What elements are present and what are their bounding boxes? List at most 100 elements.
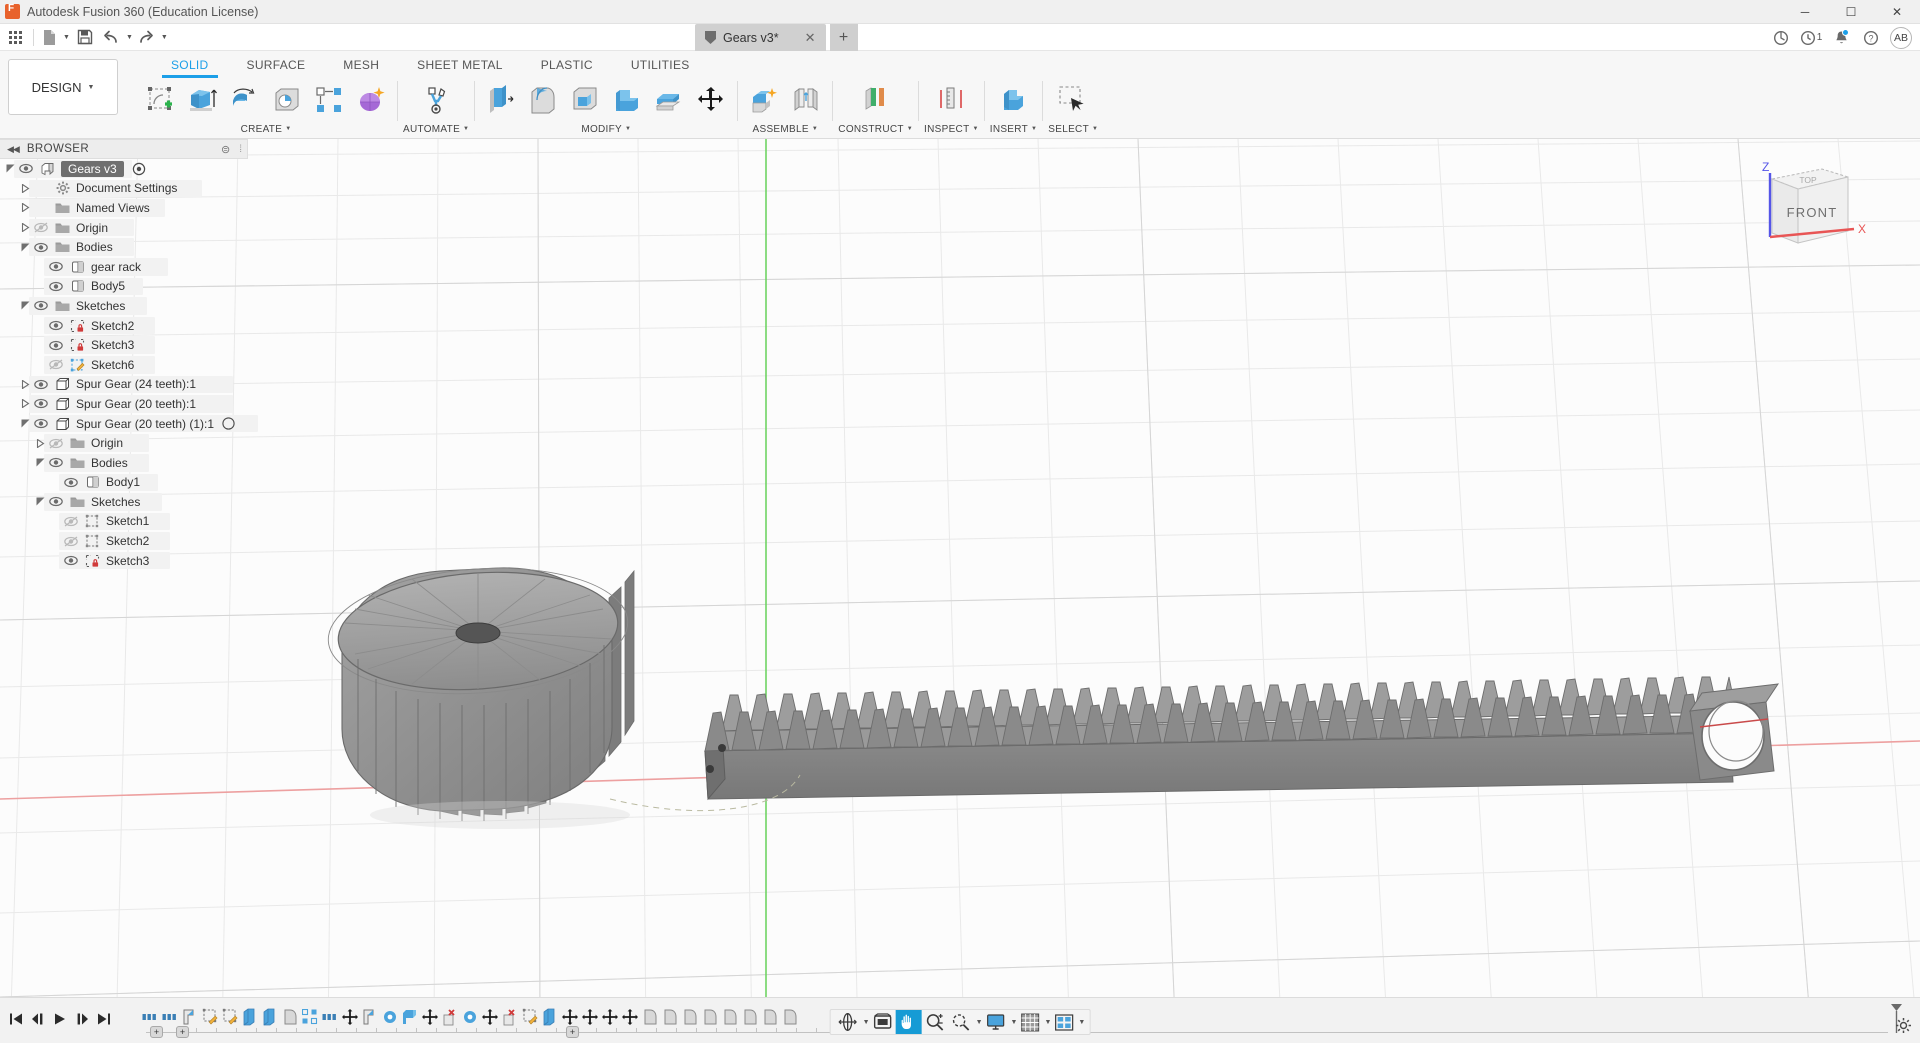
expand-down-icon[interactable] bbox=[36, 458, 49, 467]
expand-right-icon[interactable] bbox=[36, 438, 49, 448]
visibility-eye-icon[interactable] bbox=[64, 536, 83, 547]
timeline-move-icon[interactable] bbox=[620, 1004, 640, 1030]
timeline-step-back-icon[interactable] bbox=[28, 1008, 48, 1030]
grid-snaps-icon[interactable] bbox=[1017, 1010, 1042, 1034]
timeline-move-icon[interactable] bbox=[480, 1004, 500, 1030]
visibility-eye-icon[interactable] bbox=[49, 340, 68, 351]
timeline-pattern-icon[interactable] bbox=[300, 1004, 320, 1030]
tree-item-bodies[interactable]: Bodies bbox=[0, 237, 248, 257]
undo-icon[interactable] bbox=[100, 24, 124, 50]
redo-icon[interactable] bbox=[133, 24, 159, 50]
tree-item-origin[interactable]: Origin bbox=[0, 218, 248, 238]
timeline-combine-icon[interactable] bbox=[400, 1004, 420, 1030]
app-grid-icon[interactable] bbox=[0, 24, 30, 50]
timeline-move-icon[interactable] bbox=[600, 1004, 620, 1030]
save-icon[interactable] bbox=[70, 24, 100, 50]
expand-down-icon[interactable] bbox=[21, 301, 34, 310]
visibility-eye-icon[interactable] bbox=[49, 261, 68, 272]
expand-right-icon[interactable] bbox=[21, 399, 34, 409]
visibility-eye-icon[interactable] bbox=[34, 418, 53, 429]
shell-icon[interactable] bbox=[564, 77, 606, 123]
tree-item-named-views[interactable]: Named Views bbox=[0, 198, 248, 218]
automated-modeling-icon[interactable] bbox=[415, 77, 457, 123]
tree-item-gear-rack[interactable]: gear rack bbox=[0, 257, 248, 277]
timeline-fillet-icon[interactable] bbox=[660, 1004, 680, 1030]
panel-modify-label[interactable]: MODIFY ▼ bbox=[480, 122, 732, 136]
panel-automate-label[interactable]: AUTOMATE ▼ bbox=[403, 122, 469, 136]
timeline-fillet-icon[interactable] bbox=[700, 1004, 720, 1030]
visibility-eye-icon[interactable] bbox=[49, 496, 68, 507]
tab-mesh[interactable]: MESH bbox=[324, 55, 398, 75]
tree-item-document-settings[interactable]: Document Settings bbox=[0, 179, 248, 199]
notifications-icon[interactable] bbox=[1826, 24, 1856, 51]
tree-item-sketch3[interactable]: Sketch3 bbox=[0, 335, 248, 355]
redo-caret-icon[interactable]: ▼ bbox=[161, 34, 168, 41]
timeline-fillet-icon[interactable] bbox=[780, 1004, 800, 1030]
avatar[interactable]: AB bbox=[1890, 26, 1912, 49]
offset-face-icon[interactable] bbox=[648, 77, 690, 123]
timeline-extrude-icon[interactable] bbox=[260, 1004, 280, 1030]
tree-item-spur-gear-24-teeth-1[interactable]: Spur Gear (24 teeth):1 bbox=[0, 375, 248, 395]
visibility-eye-icon[interactable] bbox=[49, 359, 68, 370]
timeline-sketch-edit-icon[interactable] bbox=[220, 1004, 240, 1030]
timeline-delete-icon[interactable] bbox=[440, 1004, 460, 1030]
timeline-fillet-icon[interactable] bbox=[740, 1004, 760, 1030]
timeline-go-start-icon[interactable] bbox=[6, 1008, 26, 1030]
document-tab[interactable]: Gears v3* ✕ bbox=[695, 24, 826, 51]
visibility-eye-icon[interactable] bbox=[49, 457, 68, 468]
timeline-settings-icon[interactable] bbox=[1895, 1017, 1912, 1034]
create-sketch-icon[interactable] bbox=[140, 77, 182, 123]
orbit-caret-icon[interactable]: ▼ bbox=[863, 1019, 870, 1026]
expand-right-icon[interactable] bbox=[21, 379, 34, 389]
timeline-sketch-edit-icon[interactable] bbox=[520, 1004, 540, 1030]
timeline-fillet-icon[interactable] bbox=[640, 1004, 660, 1030]
panel-inspect-label[interactable]: INSPECT ▼ bbox=[924, 122, 979, 136]
tree-item-origin[interactable]: Origin bbox=[0, 433, 248, 453]
visibility-eye-icon[interactable] bbox=[34, 398, 53, 409]
timeline-move-icon[interactable] bbox=[580, 1004, 600, 1030]
press-pull-icon[interactable] bbox=[480, 77, 522, 123]
extrude-icon[interactable] bbox=[182, 77, 224, 123]
target-icon[interactable] bbox=[132, 162, 146, 176]
timeline-sketch-icon[interactable] bbox=[360, 1004, 380, 1030]
tree-item-sketch2[interactable]: Sketch2 bbox=[0, 316, 248, 336]
fit-caret-icon[interactable]: ▼ bbox=[976, 1019, 983, 1026]
tree-item-sketch2[interactable]: Sketch2 bbox=[0, 531, 248, 551]
timeline-fillet-icon[interactable] bbox=[280, 1004, 300, 1030]
form-icon[interactable] bbox=[350, 77, 392, 123]
view-cube[interactable]: TOP FRONT Z X bbox=[1736, 147, 1868, 257]
visibility-eye-icon[interactable] bbox=[64, 555, 83, 566]
collapse-left-icon[interactable]: ◀◀ bbox=[7, 144, 20, 155]
fillet-icon[interactable] bbox=[522, 77, 564, 123]
panel-construct-label[interactable]: CONSTRUCT ▼ bbox=[838, 122, 913, 136]
select-window-icon[interactable] bbox=[1052, 77, 1094, 123]
move-copy-icon[interactable] bbox=[690, 77, 732, 123]
workspace-switcher[interactable]: DESIGN ▼ bbox=[8, 59, 118, 115]
expand-down-icon[interactable] bbox=[21, 243, 34, 252]
maximize-button[interactable]: ☐ bbox=[1828, 0, 1874, 24]
panel-select-label[interactable]: SELECT ▼ bbox=[1048, 122, 1098, 136]
timeline-extrude-icon[interactable] bbox=[540, 1004, 560, 1030]
display-settings-icon[interactable] bbox=[983, 1010, 1009, 1034]
visibility-eye-icon[interactable] bbox=[64, 477, 83, 488]
visibility-eye-icon[interactable] bbox=[64, 516, 83, 527]
new-tab-button[interactable]: + bbox=[829, 24, 858, 51]
timeline-move-icon[interactable] bbox=[420, 1004, 440, 1030]
circle-icon[interactable] bbox=[222, 417, 235, 430]
visibility-eye-icon[interactable] bbox=[34, 300, 53, 311]
pan-icon[interactable] bbox=[895, 1010, 922, 1034]
tab-utilities[interactable]: UTILITIES bbox=[612, 55, 709, 75]
visibility-eye-icon[interactable] bbox=[34, 379, 53, 390]
expand-right-icon[interactable] bbox=[21, 183, 34, 193]
timeline-fillet-icon[interactable] bbox=[680, 1004, 700, 1030]
tree-item-body1[interactable]: Body1 bbox=[0, 473, 248, 493]
pan-look-at-icon[interactable] bbox=[870, 1010, 896, 1034]
tab-surface[interactable]: SURFACE bbox=[228, 55, 325, 75]
panel-create-label[interactable]: CREATE ▼ bbox=[140, 122, 392, 136]
tab-sheet-metal[interactable]: SHEET METAL bbox=[398, 55, 522, 75]
timeline-sketch-edit-icon[interactable] bbox=[200, 1004, 220, 1030]
expand-down-icon[interactable] bbox=[21, 419, 34, 428]
measure-icon[interactable] bbox=[930, 77, 972, 123]
timeline-play-icon[interactable] bbox=[50, 1008, 70, 1030]
timeline-revolve-icon[interactable] bbox=[380, 1004, 400, 1030]
